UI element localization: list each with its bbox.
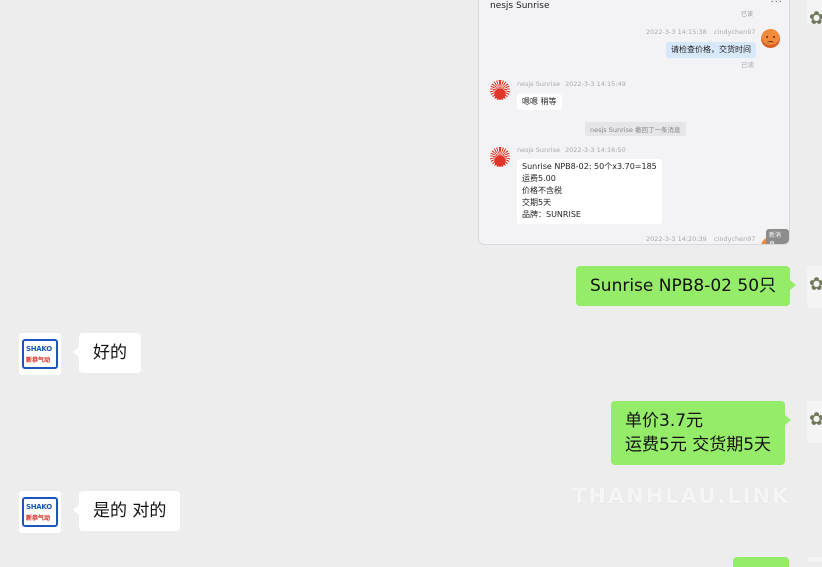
- sender-avatar: [761, 29, 780, 48]
- contact-avatar[interactable]: SHAKO 新恭气动: [19, 491, 61, 533]
- quote-line: 价格不含税: [522, 186, 562, 195]
- my-avatar[interactable]: [807, 0, 822, 24]
- sent-message-bubble[interactable]: Sunrise NPB8-02 50只: [576, 266, 797, 306]
- message-timestamp: 2022-3-3 14:15:49: [565, 80, 626, 88]
- quote-line: 品牌：SUNRISE: [522, 210, 581, 219]
- quoted-screenshot[interactable]: nesjs Sunrise ··· 已读 2022-3-3 14:15:38 c…: [478, 0, 790, 245]
- message-sender: nesjs Sunrise: [517, 146, 560, 154]
- quote-line: Sunrise NPB8-02: 50个x3.70=185: [522, 162, 657, 171]
- watermark: THANHLAU.LINK: [572, 484, 791, 508]
- my-avatar[interactable]: [807, 557, 822, 562]
- message-sender: cindychen97: [714, 235, 756, 243]
- message-timestamp: 2022-3-3 14:15:38: [646, 28, 707, 36]
- sent-message-bubble[interactable]: [733, 557, 789, 567]
- my-avatar[interactable]: [807, 266, 822, 308]
- my-avatar[interactable]: [807, 401, 822, 443]
- read-status: 已读: [741, 11, 754, 18]
- new-message-badge[interactable]: 新消息: [766, 229, 789, 244]
- message-sender: cindychen97: [714, 28, 756, 36]
- sender-avatar: [490, 80, 510, 100]
- sender-avatar: [490, 147, 510, 167]
- system-notice: nesjs Sunrise 撤回了一条消息: [585, 122, 686, 136]
- quote-message-bubble: Sunrise NPB8-02: 50个x3.70=185 运费5.00 价格不…: [517, 159, 662, 224]
- message-timestamp: 2022-3-3 14:20:39: [646, 235, 707, 243]
- message-timestamp: 2022-3-3 14:16:50: [565, 146, 626, 154]
- message-line: 单价3.7元: [625, 411, 704, 431]
- received-message-bubble[interactable]: 好的: [73, 333, 141, 373]
- sent-message-bubble[interactable]: 单价3.7元 运费5元 交货期5天: [611, 401, 792, 465]
- contact-avatar[interactable]: SHAKO 新恭气动: [19, 333, 61, 375]
- shako-logo: SHAKO 新恭气动: [22, 497, 58, 527]
- read-status: 已读: [741, 61, 754, 69]
- message-line: 运费5元 交货期5天: [625, 435, 772, 455]
- quote-line: 交期5天: [522, 198, 552, 207]
- quote-line: 运费5.00: [522, 174, 556, 183]
- message-bubble: 嗯嗯 稍等: [517, 94, 562, 110]
- message-bubble: 请检查价格，交货时间: [666, 42, 756, 58]
- more-icon: ···: [770, 0, 783, 8]
- screenshot-title: nesjs Sunrise: [490, 1, 550, 11]
- received-message-bubble[interactable]: 是的 对的: [72, 491, 181, 531]
- shako-logo: SHAKO 新恭气动: [22, 339, 58, 369]
- message-sender: nesjs Sunrise: [517, 80, 560, 88]
